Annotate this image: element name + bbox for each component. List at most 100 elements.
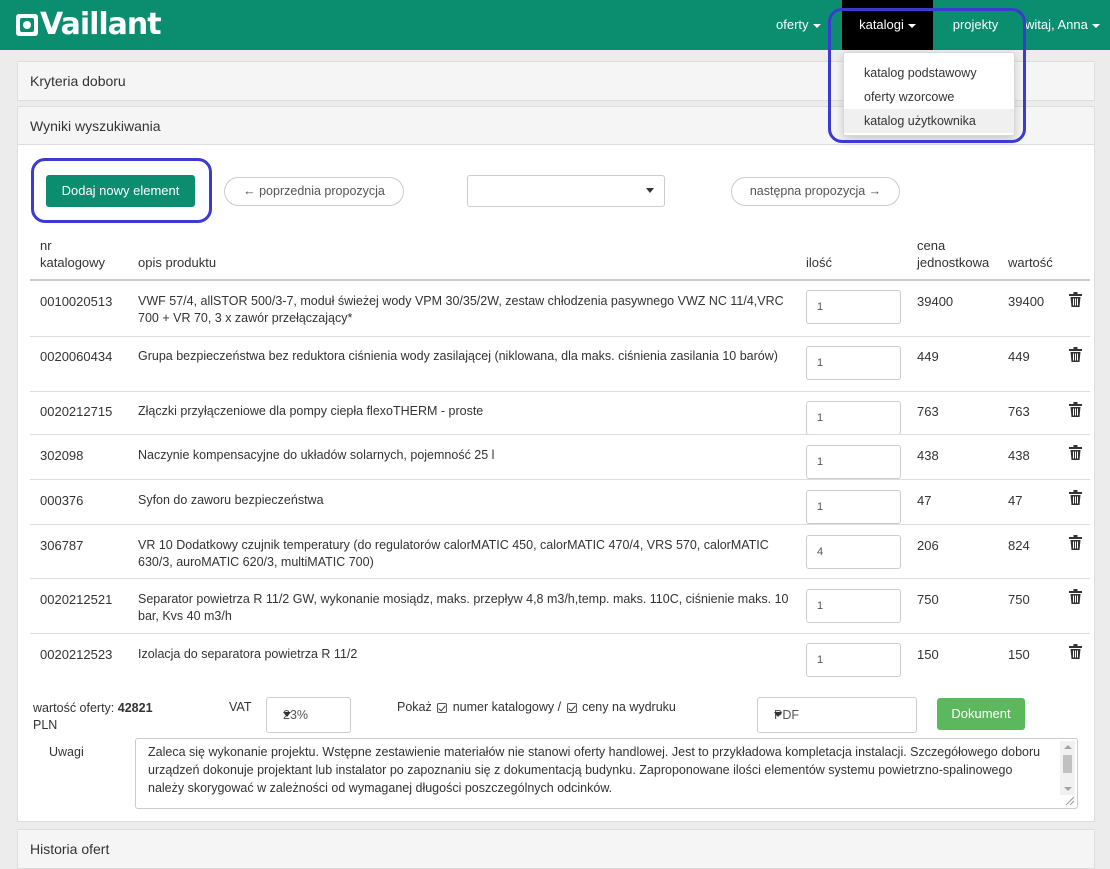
row-unit-price: 438 [917, 448, 939, 463]
col-header-price-line2: jednostkowa [917, 255, 990, 270]
quantity-input[interactable]: 1 [806, 445, 901, 479]
row-divider [30, 524, 1090, 525]
show-prices-checkbox[interactable] [566, 702, 577, 713]
quantity-input[interactable]: 1 [806, 346, 901, 380]
document-button[interactable]: Dokument [937, 698, 1025, 730]
row-divider [30, 391, 1090, 392]
katalogi-dropdown-menu: katalog podstawowy oferty wzorcowe katal… [843, 52, 1015, 136]
row-catalog-number: 0020212715 [40, 404, 113, 419]
row-unit-price: 47 [917, 493, 932, 508]
nav-oferty[interactable]: oferty [776, 0, 821, 50]
nav-projekty-label: projekty [952, 17, 999, 32]
trash-icon[interactable] [1069, 292, 1082, 307]
col-header-price-line1: cena [917, 238, 946, 253]
notes-textarea[interactable]: Zaleca się wykonanie projektu. Wstępne z… [135, 738, 1078, 809]
quantity-input[interactable]: 1 [806, 290, 901, 324]
row-unit-price: 750 [917, 592, 939, 607]
show-catalog-checkbox[interactable] [437, 702, 448, 713]
trash-icon[interactable] [1069, 402, 1082, 417]
col-header-code-line1: nr [40, 238, 52, 253]
trash-icon[interactable] [1069, 644, 1082, 659]
row-unit-price: 39400 [917, 294, 954, 309]
vat-label: VAT [229, 700, 252, 714]
row-catalog-number: 0020060434 [40, 349, 113, 364]
row-divider [30, 336, 1090, 337]
menu-item-oferty-wzorcowe[interactable]: oferty wzorcowe [844, 85, 1014, 109]
row-unit-price: 763 [917, 404, 939, 419]
row-catalog-number: 0020212523 [40, 647, 113, 662]
row-unit-price: 449 [917, 349, 939, 364]
scroll-thumb[interactable] [1063, 755, 1072, 773]
show-catalog-label: numer katalogowy / [452, 700, 562, 714]
nav-user-label: witaj, Anna [1025, 17, 1088, 32]
caret-down-icon [907, 23, 916, 28]
row-description: VR 10 Dodatkowy czujnik temperatury (do … [138, 538, 769, 569]
nav-projekty[interactable]: projekty [934, 0, 1017, 50]
table-header-divider [30, 279, 1090, 281]
menu-item-katalog-uzytkownika[interactable]: katalog użytkownika [844, 109, 1014, 133]
trash-icon[interactable] [1069, 490, 1082, 505]
caret-down-icon [1091, 23, 1100, 28]
col-header-catalog-number: nr katalogowy [40, 237, 105, 271]
quantity-input[interactable]: 1 [806, 589, 901, 623]
vaillant-logo[interactable]: Vaillant [16, 7, 162, 43]
col-header-code-line2: katalogowy [40, 255, 106, 270]
trash-icon[interactable] [1069, 535, 1082, 550]
quantity-input[interactable]: 4 [806, 535, 901, 569]
panel-wyniki-wyszukiwania: Wyniki wyszukiwania [17, 106, 1095, 822]
row-catalog-number: 0020212521 [40, 592, 113, 607]
nav-katalogi[interactable]: katalogi [842, 0, 933, 50]
row-divider [30, 578, 1090, 579]
quantity-input[interactable]: 1 [806, 490, 901, 524]
offer-total-currency: PLN [33, 718, 58, 732]
trash-icon[interactable] [1069, 445, 1082, 460]
document-format-select[interactable]: PDF [757, 697, 917, 733]
row-value: 47 [1008, 493, 1023, 508]
next-proposal-button[interactable]: następna propozycja → [731, 177, 900, 206]
row-unit-price: 150 [917, 647, 939, 662]
vat-select[interactable]: 23% [266, 697, 351, 733]
col-header-unit-price: cena jednostkowa [917, 237, 989, 271]
panel-historia-heading[interactable]: Historia ofert [18, 830, 1094, 868]
scroll-up-icon[interactable] [1064, 745, 1072, 749]
row-divider [30, 434, 1090, 435]
row-description: Separator powietrza R 11/2 GW, wykonanie… [138, 592, 789, 623]
resize-handle-icon[interactable] [1065, 796, 1075, 806]
proposal-select[interactable] [467, 175, 665, 207]
quantity-input[interactable]: 1 [806, 643, 901, 677]
row-catalog-number: 302098 [40, 448, 84, 463]
row-description: VWF 57/4, allSTOR 500/3-7, moduł świeżej… [138, 294, 784, 325]
caret-down-icon [812, 23, 821, 28]
panel-historia-ofert: Historia ofert [17, 829, 1095, 869]
quantity-input[interactable]: 1 [806, 401, 901, 435]
row-value: 449 [1008, 349, 1030, 364]
prev-proposal-button[interactable]: ← poprzednia propozycja [224, 177, 404, 206]
nav-user-menu[interactable]: witaj, Anna [1025, 0, 1100, 50]
print-options: Pokaż numer katalogowy / ceny na wydruku [397, 700, 676, 714]
brand-name: Vaillant [40, 7, 162, 42]
row-description: Grupa bezpieczeństwa bez reduktora ciśni… [138, 349, 778, 363]
logo-icon [16, 14, 38, 36]
notes-scrollbar[interactable] [1060, 741, 1075, 795]
trash-icon[interactable] [1069, 347, 1082, 362]
row-value: 438 [1008, 448, 1030, 463]
menu-item-katalog-podstawowy[interactable]: katalog podstawowy [844, 61, 1014, 85]
row-catalog-number: 0010020513 [40, 294, 113, 309]
select-arrow-icon [774, 712, 782, 717]
row-catalog-number: 306787 [40, 538, 84, 553]
row-catalog-number: 000376 [40, 493, 84, 508]
nav-oferty-label: oferty [776, 17, 809, 32]
trash-icon[interactable] [1069, 589, 1082, 604]
top-navbar: Vaillant oferty katalogi projekty witaj,… [0, 0, 1110, 50]
col-header-quantity: ilość [806, 255, 833, 270]
row-description: Złączki przyłączeniowe dla pompy ciepła … [138, 404, 484, 418]
print-options-label: Pokaż [397, 700, 432, 714]
row-value: 824 [1008, 538, 1030, 553]
offer-total: wartość oferty: 42821 PLN [33, 700, 153, 734]
row-value: 39400 [1008, 294, 1045, 309]
scroll-down-icon[interactable] [1064, 787, 1072, 791]
row-divider [30, 479, 1090, 480]
row-divider [30, 633, 1090, 634]
notes-text: Zaleca się wykonanie projektu. Wstępne z… [148, 745, 1041, 795]
add-element-button[interactable]: Dodaj nowy element [46, 175, 195, 207]
